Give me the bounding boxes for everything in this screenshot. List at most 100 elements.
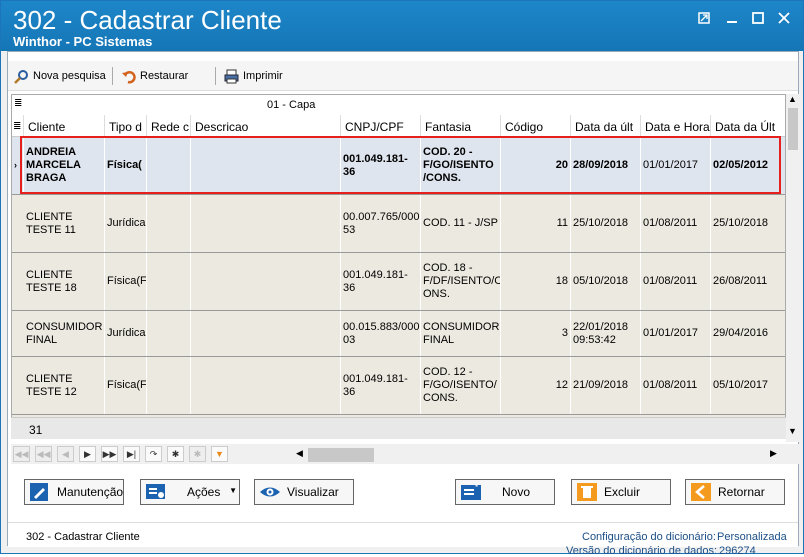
cell-data-ult2: 02/05/2012 [711, 137, 785, 194]
cell-descricao [191, 253, 341, 310]
trash-icon [576, 482, 598, 502]
nav-insert-icon[interactable]: ✱ [167, 446, 184, 462]
cell-rede [147, 357, 191, 414]
nav-filter-icon[interactable]: ▼ [211, 446, 228, 462]
nav-prev-page-icon[interactable]: ◀◀ [35, 446, 52, 462]
table-row[interactable]: CONSUMIDOR FINAL Jurídica 00.015.883/000… [12, 311, 785, 357]
cell-data-hora: 01/08/2011 [641, 253, 711, 310]
column-header-tipo[interactable]: Tipo d [105, 115, 147, 137]
nav-next-icon[interactable]: ▶ [79, 446, 96, 462]
cell-tipo: Física( [105, 137, 147, 194]
nova-pesquisa-button[interactable]: Nova pesquisa [14, 67, 106, 85]
cell-rede [147, 195, 191, 252]
excluir-button[interactable]: Excluir [571, 479, 671, 505]
band-menu-icon[interactable]: ≣ [14, 98, 22, 109]
status-bar: 302 - Cadastrar Cliente Configuração do … [8, 522, 798, 557]
eye-icon [259, 482, 281, 502]
manutencao-button[interactable]: Manutenção [24, 479, 124, 505]
restaurar-button[interactable]: Restaurar [121, 67, 188, 85]
cell-data-hora: 01/08/2011 [641, 357, 711, 414]
scroll-left-icon[interactable]: ◀ [296, 448, 303, 459]
imprimir-label: Imprimir [243, 70, 283, 82]
close-icon[interactable] [774, 9, 794, 29]
toolbar-separator [112, 67, 113, 85]
acoes-label: Ações [187, 485, 221, 499]
cell-cliente: CLIENTE TESTE 12 [24, 357, 105, 414]
app-window: 302 - Cadastrar Cliente Winthor - PC Sis… [0, 0, 804, 557]
cell-data-ult2: 25/10/2018 [711, 195, 785, 252]
actions-icon [145, 482, 167, 502]
column-header-cliente[interactable]: Cliente [24, 115, 105, 137]
cell-data-ultima: 21/09/2018 [571, 357, 641, 414]
cell-data-hora: 01/08/2011 [641, 195, 711, 252]
cell-data-ultima: 28/09/2018 [571, 137, 641, 194]
window-subtitle: Winthor - PC Sistemas [13, 34, 153, 49]
cell-descricao [191, 311, 341, 356]
nav-cancel-icon[interactable]: ✱ [189, 446, 206, 462]
scroll-down-icon[interactable]: ▼ [788, 426, 797, 436]
back-arrow-icon [690, 482, 712, 502]
scroll-up-icon[interactable]: ▲ [788, 94, 797, 104]
nav-last-icon[interactable]: ▶| [123, 446, 140, 462]
acoes-button[interactable]: Ações ▼ [140, 479, 240, 505]
column-header-codigo[interactable]: Código [501, 115, 571, 137]
cell-cnpj: 00.007.765/0001-53 [341, 195, 421, 252]
column-header-data-ultima[interactable]: Data da últ [571, 115, 641, 137]
nav-refresh-icon[interactable]: ↷ [145, 446, 162, 462]
nav-prev-icon[interactable]: ◀ [57, 446, 74, 462]
cell-descricao [191, 357, 341, 414]
retornar-button[interactable]: Retornar [685, 479, 785, 505]
restaurar-label: Restaurar [140, 70, 189, 82]
cell-codigo: 12 [501, 357, 571, 414]
column-header-rede[interactable]: Rede c [147, 115, 191, 137]
toolbar: Nova pesquisa Restaurar Imprimir [8, 61, 798, 91]
cell-cliente: CONSUMIDOR FINAL [24, 311, 105, 356]
nav-next-page-icon[interactable]: ▶▶ [101, 446, 118, 462]
cell-fantasia: COD. 18 - F/DF/ISENTO/C ONS. [421, 253, 501, 310]
restore-icon[interactable] [694, 9, 714, 29]
vertical-scroll-thumb[interactable] [788, 108, 798, 150]
cell-codigo: 20 [501, 137, 571, 194]
cell-codigo: 3 [501, 311, 571, 356]
column-header-fantasia[interactable]: Fantasia [421, 115, 501, 137]
clientes-grid[interactable]: ≣ 01 - Capa ≣ Cliente Tipo d Rede c Desc… [11, 94, 786, 434]
status-left-text: 302 - Cadastrar Cliente [26, 531, 140, 543]
band-title: 01 - Capa [267, 99, 316, 111]
table-row-selected[interactable]: › ANDREIA MARCELA BRAGA Física( 001.049.… [12, 137, 785, 195]
column-header-cnpj[interactable]: CNPJ/CPF [341, 115, 421, 137]
window-title: 302 - Cadastrar Cliente [13, 5, 282, 35]
table-row[interactable]: CLIENTE TESTE 18 Física(F 001.049.181-36… [12, 253, 785, 311]
new-record-icon: * [460, 482, 482, 502]
novo-button[interactable]: * Novo [455, 479, 555, 505]
column-header-descricao[interactable]: Descricao [191, 115, 341, 137]
vertical-scrollbar[interactable]: ▲ ▼ [786, 94, 800, 442]
table-row[interactable]: CLIENTE TESTE 11 Jurídica 00.007.765/000… [12, 195, 785, 253]
table-row[interactable]: CLIENTE TESTE 12 Física(F 001.049.181-36… [12, 357, 785, 415]
column-header-data-hora[interactable]: Data e Hora [641, 115, 711, 137]
horizontal-scroll-thumb[interactable] [308, 448, 374, 462]
grid-navigator: ◀◀ ◀◀ ◀ ▶ ▶▶ ▶| ↷ ✱ ✱ ▼ ◀ ▶ [11, 444, 801, 464]
search-icon [14, 69, 29, 84]
horizontal-scrollbar[interactable]: ◀ ▶ [296, 445, 786, 463]
cell-descricao [191, 137, 341, 194]
cell-tipo: Jurídica [105, 195, 147, 252]
excluir-label: Excluir [604, 485, 641, 499]
edit-icon [29, 482, 51, 502]
cell-cliente: CLIENTE TESTE 11 [24, 195, 105, 252]
dropdown-arrow-icon[interactable]: ▼ [229, 486, 237, 495]
config-label: Configuração do dicionário: [582, 531, 716, 543]
imprimir-button[interactable]: Imprimir [224, 67, 283, 85]
cell-rede [147, 311, 191, 356]
column-menu-icon[interactable]: ≣ [12, 115, 24, 137]
cell-tipo: Jurídica [105, 311, 147, 356]
visualizar-button[interactable]: Visualizar [254, 479, 354, 505]
column-header-data-ult2[interactable]: Data da Últ [711, 115, 785, 137]
cell-fantasia: CONSUMIDOR FINAL [421, 311, 501, 356]
cell-fantasia: COD. 20 - F/GO/ISENTO /CONS. [421, 137, 501, 194]
visualizar-label: Visualizar [287, 485, 339, 499]
nav-first-page-icon[interactable]: ◀◀ [13, 446, 30, 462]
cell-data-hora: 01/01/2017 [641, 137, 711, 194]
maximize-icon[interactable] [748, 9, 768, 29]
minimize-icon[interactable] [722, 9, 742, 29]
scroll-right-icon[interactable]: ▶ [770, 448, 777, 459]
